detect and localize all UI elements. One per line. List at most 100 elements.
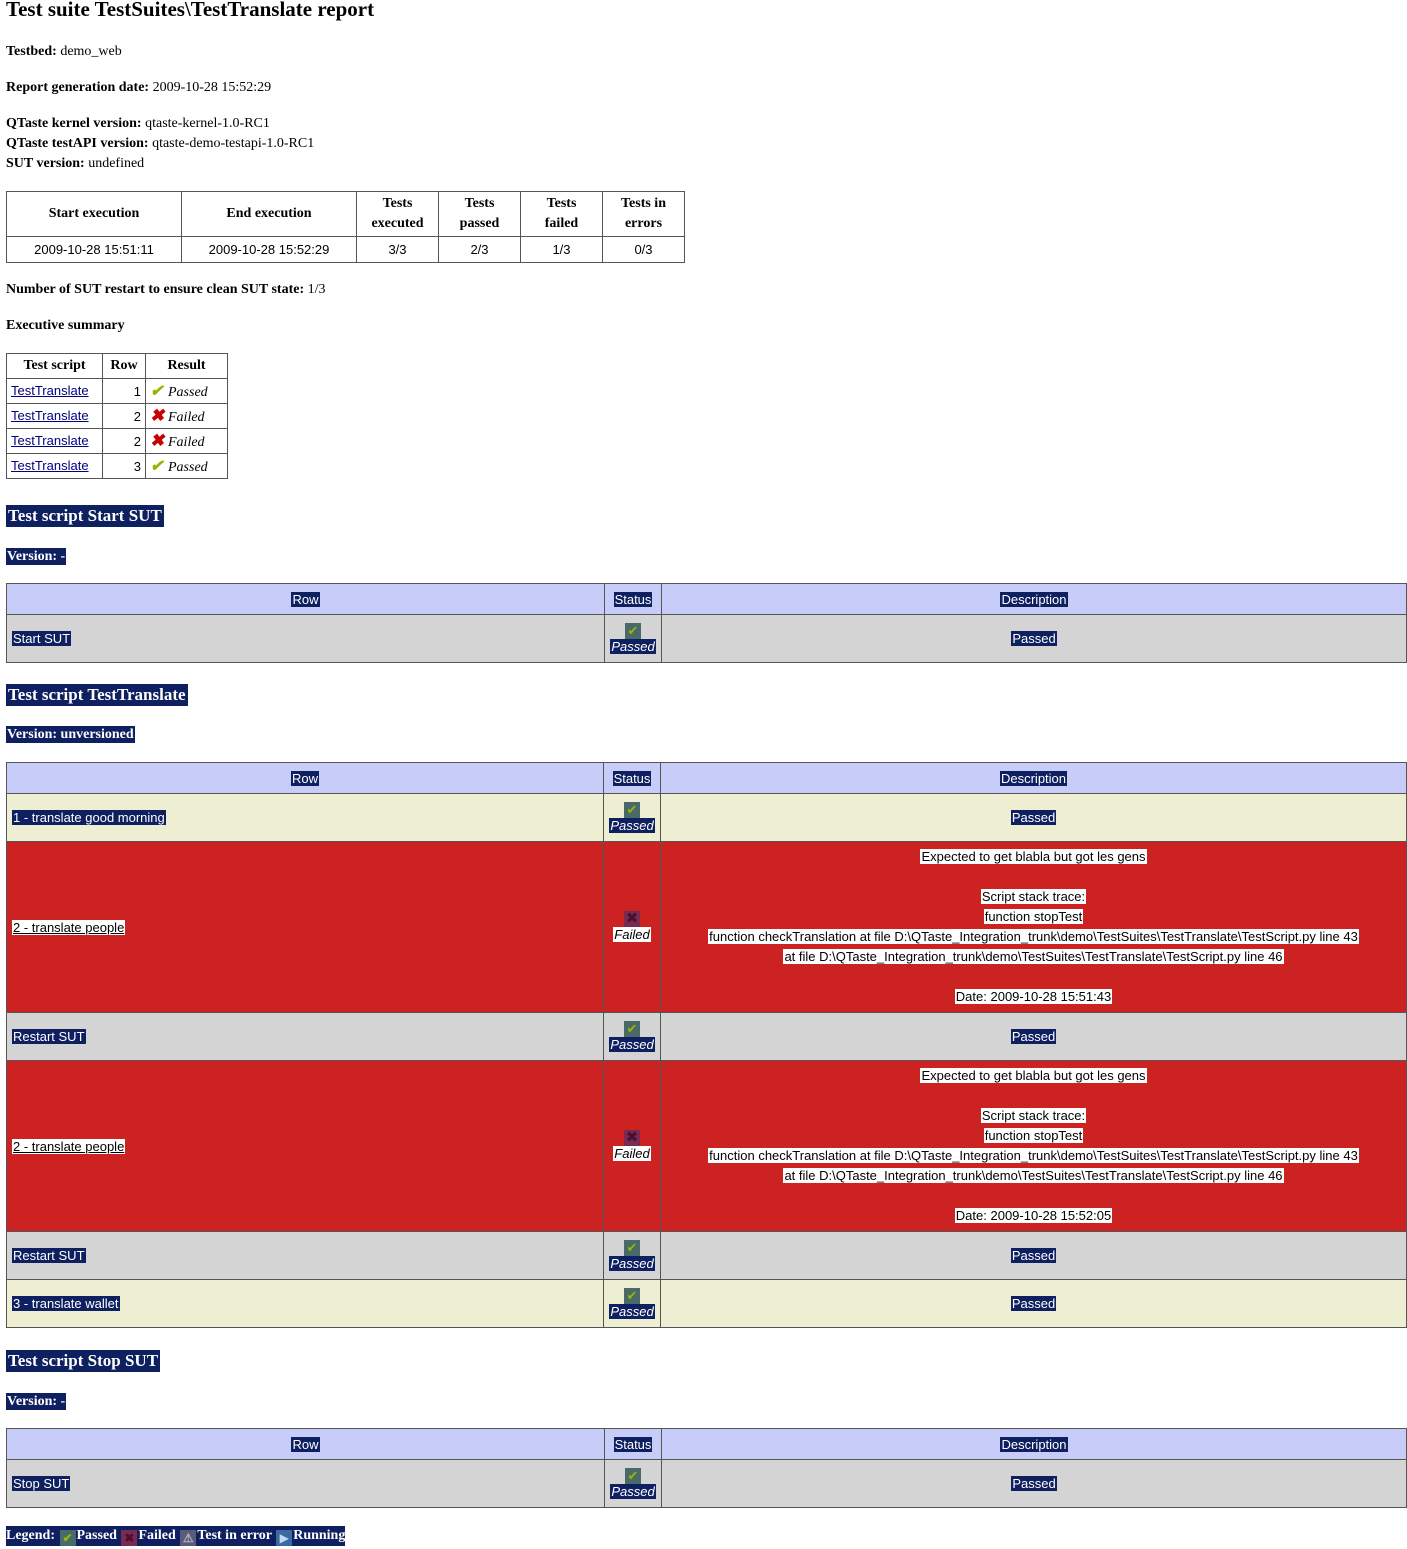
report-date-label: Report generation date: (6, 80, 150, 95)
testbed-line: Testbed: demo_web (6, 42, 122, 62)
result-description: Passed (1011, 1475, 1057, 1491)
column-header-status: Status (612, 770, 652, 786)
exec-row-number: 3 (102, 453, 146, 479)
result-status: Passed (609, 1303, 655, 1319)
column-header-row: Row (290, 770, 319, 786)
stack-trace-title: Script stack trace: (980, 1108, 1087, 1123)
column-header-row: Row (291, 1436, 320, 1452)
stack-trace-line: function stopTest (983, 909, 1084, 924)
cross-icon: ✖ (624, 1129, 640, 1146)
kernel-version-label: QTaste kernel version: (6, 116, 142, 131)
check-icon: ✔ (624, 801, 640, 818)
section-version-testtranslate: Version: unversioned (6, 726, 135, 743)
result-row: 3 - translate wallet ✔ Passed Passed (6, 1279, 1407, 1328)
exec-row-number: 2 (102, 428, 146, 454)
result-row-label: Restart SUT (12, 1248, 86, 1263)
summary-cell: 3/3 (356, 236, 439, 263)
section-title-testtranslate: Test script TestTranslate (6, 684, 188, 706)
cross-icon: ✖ (121, 1530, 138, 1546)
column-header-row: Row (291, 591, 320, 607)
column-header-status: Status (613, 591, 653, 607)
result-status: Passed (610, 638, 656, 654)
page-title: Test suite TestSuites\TestTranslate repo… (6, 0, 375, 21)
executive-summary-table: Test script Row Result TestTranslate 1 ✔… (6, 353, 228, 479)
exec-row: TestTranslate 3 ✔ Passed (6, 453, 228, 479)
start-sut-results-table: Row Status Description Start SUT ✔ Passed… (6, 583, 1407, 663)
result-row: 1 - translate good morning ✔ Passed Passe… (6, 793, 1407, 842)
summary-cell: 1/3 (520, 236, 603, 263)
test-script-link[interactable]: TestTranslate (11, 408, 89, 423)
summary-cell: 2009-10-28 15:51:11 (6, 236, 182, 263)
sut-version-line: SUT version: undefined (6, 154, 144, 174)
failure-message: Expected to get blabla but got les gens (920, 849, 1147, 864)
report-date-line: Report generation date: 2009-10-28 15:52… (6, 78, 271, 98)
cross-icon: ✖ (150, 406, 165, 425)
column-header-description: Description (1000, 1436, 1068, 1452)
restart-line: Number of SUT restart to ensure clean SU… (6, 280, 326, 300)
test-script-link[interactable]: TestTranslate (11, 433, 89, 448)
stack-trace-line: at file D:\QTaste_Integration_trunk\demo… (783, 1168, 1284, 1183)
result-row-label: Restart SUT (12, 1029, 86, 1044)
summary-cell: 2/3 (438, 236, 521, 263)
legend-error: Test in error (197, 1528, 272, 1543)
testbed-label: Testbed: (6, 44, 57, 59)
result-description: Passed (1010, 809, 1057, 825)
result-row: Stop SUT ✔ Passed Passed (6, 1459, 1407, 1508)
result-row-label: Start SUT (12, 631, 72, 646)
section-version-stop-sut: Version: - (6, 1393, 67, 1410)
exec-result: Failed (168, 435, 205, 450)
exec-result: Passed (168, 460, 208, 475)
failure-details: Expected to get blabla but got les gens … (660, 1060, 1407, 1232)
exec-row: TestTranslate 2 ✖ Failed (6, 428, 228, 454)
result-description: Passed (1010, 1295, 1057, 1311)
failure-details: Expected to get blabla but got les gens … (660, 841, 1407, 1013)
exec-result: Failed (168, 410, 205, 425)
legend-passed: Passed (76, 1528, 117, 1543)
check-icon: ✔ (624, 1239, 640, 1256)
sut-version-label: SUT version: (6, 156, 85, 171)
stop-sut-results-table: Row Status Description Stop SUT ✔ Passed … (6, 1428, 1407, 1508)
execution-summary-table: Start execution End execution Tests execu… (6, 191, 685, 263)
legend-running: Running (293, 1528, 346, 1543)
summary-header: Tests passed (438, 191, 521, 237)
exec-header: Test script (6, 353, 103, 379)
kernel-version-value: qtaste-kernel-1.0-RC1 (145, 116, 270, 131)
check-icon: ✔ (59, 1530, 76, 1546)
check-icon: ✔ (150, 458, 164, 475)
result-row: 2 - translate people ✖ Failed Expected to… (6, 1060, 1407, 1232)
exec-result: Passed (168, 385, 208, 400)
test-script-link[interactable]: TestTranslate (11, 383, 89, 398)
cross-icon: ✖ (624, 910, 640, 927)
kernel-version-line: QTaste kernel version: qtaste-kernel-1.0… (6, 114, 270, 134)
result-status: Passed (609, 817, 655, 833)
result-row-label: 2 - translate people (12, 1138, 126, 1154)
sut-version-value: undefined (88, 156, 145, 171)
failure-date: Date: 2009-10-28 15:52:05 (954, 1208, 1113, 1223)
stack-trace-title: Script stack trace: (980, 889, 1087, 904)
executive-summary-label: Executive summary (6, 318, 125, 333)
summary-header: Tests executed (356, 191, 439, 237)
result-row: Start SUT ✔ Passed Passed (6, 614, 1407, 663)
running-icon: ▶ (276, 1530, 293, 1546)
failure-message: Expected to get blabla but got les gens (920, 1068, 1147, 1083)
warning-icon: ⚠ (180, 1530, 197, 1546)
result-row: Restart SUT ✔ Passed Passed (6, 1231, 1407, 1280)
check-icon: ✔ (625, 622, 641, 639)
stack-trace-line: function checkTranslation at file D:\QTa… (708, 929, 1359, 944)
result-description: Passed (1010, 1247, 1057, 1263)
result-row: 2 - translate people ✖ Failed Expected to… (6, 841, 1407, 1013)
executive-summary-title: Executive summary (6, 316, 125, 336)
check-icon: ✔ (625, 1467, 641, 1484)
column-header-description: Description (999, 770, 1068, 786)
summary-header: Tests failed (520, 191, 603, 237)
legend: Legend: ✔ Passed ✖ Failed ⚠ Test in error ▶… (6, 1526, 346, 1546)
section-version-start-sut: Version: - (6, 548, 67, 565)
restart-label: Number of SUT restart to ensure clean SU… (6, 282, 305, 297)
cross-icon: ✖ (150, 431, 165, 450)
check-icon: ✔ (624, 1287, 640, 1304)
summary-header: Start execution (6, 191, 182, 237)
result-status: Passed (609, 1036, 655, 1052)
testbed-value: demo_web (60, 44, 122, 59)
result-row-label: 1 - translate good morning (12, 810, 166, 825)
test-script-link[interactable]: TestTranslate (11, 458, 89, 473)
